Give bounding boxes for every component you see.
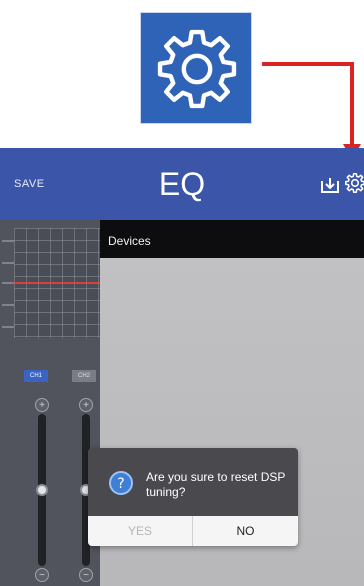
yes-button[interactable]: YES bbox=[88, 516, 193, 546]
gain-increase-button[interactable]: + bbox=[35, 398, 49, 412]
eq-axis-tick bbox=[2, 262, 14, 264]
eq-curve bbox=[14, 282, 100, 284]
top-bar: SAVE EQ bbox=[0, 148, 364, 220]
dialog-message: Are you sure to reset DSP tuning? bbox=[146, 470, 286, 499]
callout-gear-tile bbox=[140, 12, 252, 124]
eq-axis-tick bbox=[2, 282, 14, 284]
eq-axis-tick bbox=[2, 240, 14, 242]
help-icon: ? bbox=[109, 471, 133, 495]
tab-channel-1[interactable]: CH1 bbox=[24, 370, 48, 382]
no-button[interactable]: NO bbox=[193, 516, 298, 546]
eq-axis-tick bbox=[2, 304, 14, 306]
reset-confirm-dialog: ? Are you sure to reset DSP tuning? YES … bbox=[88, 448, 298, 546]
import-icon[interactable] bbox=[320, 176, 340, 194]
gear-icon bbox=[157, 29, 237, 109]
devices-title: Devices bbox=[108, 234, 151, 248]
gear-icon[interactable] bbox=[344, 172, 364, 194]
page-title: EQ bbox=[158, 166, 206, 202]
gain-decrease-button[interactable]: − bbox=[79, 568, 93, 582]
devices-header: Devices bbox=[100, 220, 364, 258]
eq-axis-tick bbox=[2, 326, 14, 328]
tab-channel-2[interactable]: CH2 bbox=[72, 370, 96, 382]
gain-slider-knob[interactable] bbox=[36, 484, 48, 496]
svg-text:?: ? bbox=[117, 476, 124, 492]
eq-panel: CH1 CH2 + − + − bbox=[0, 220, 100, 586]
gain-decrease-button[interactable]: − bbox=[35, 568, 49, 582]
gain-increase-button[interactable]: + bbox=[79, 398, 93, 412]
